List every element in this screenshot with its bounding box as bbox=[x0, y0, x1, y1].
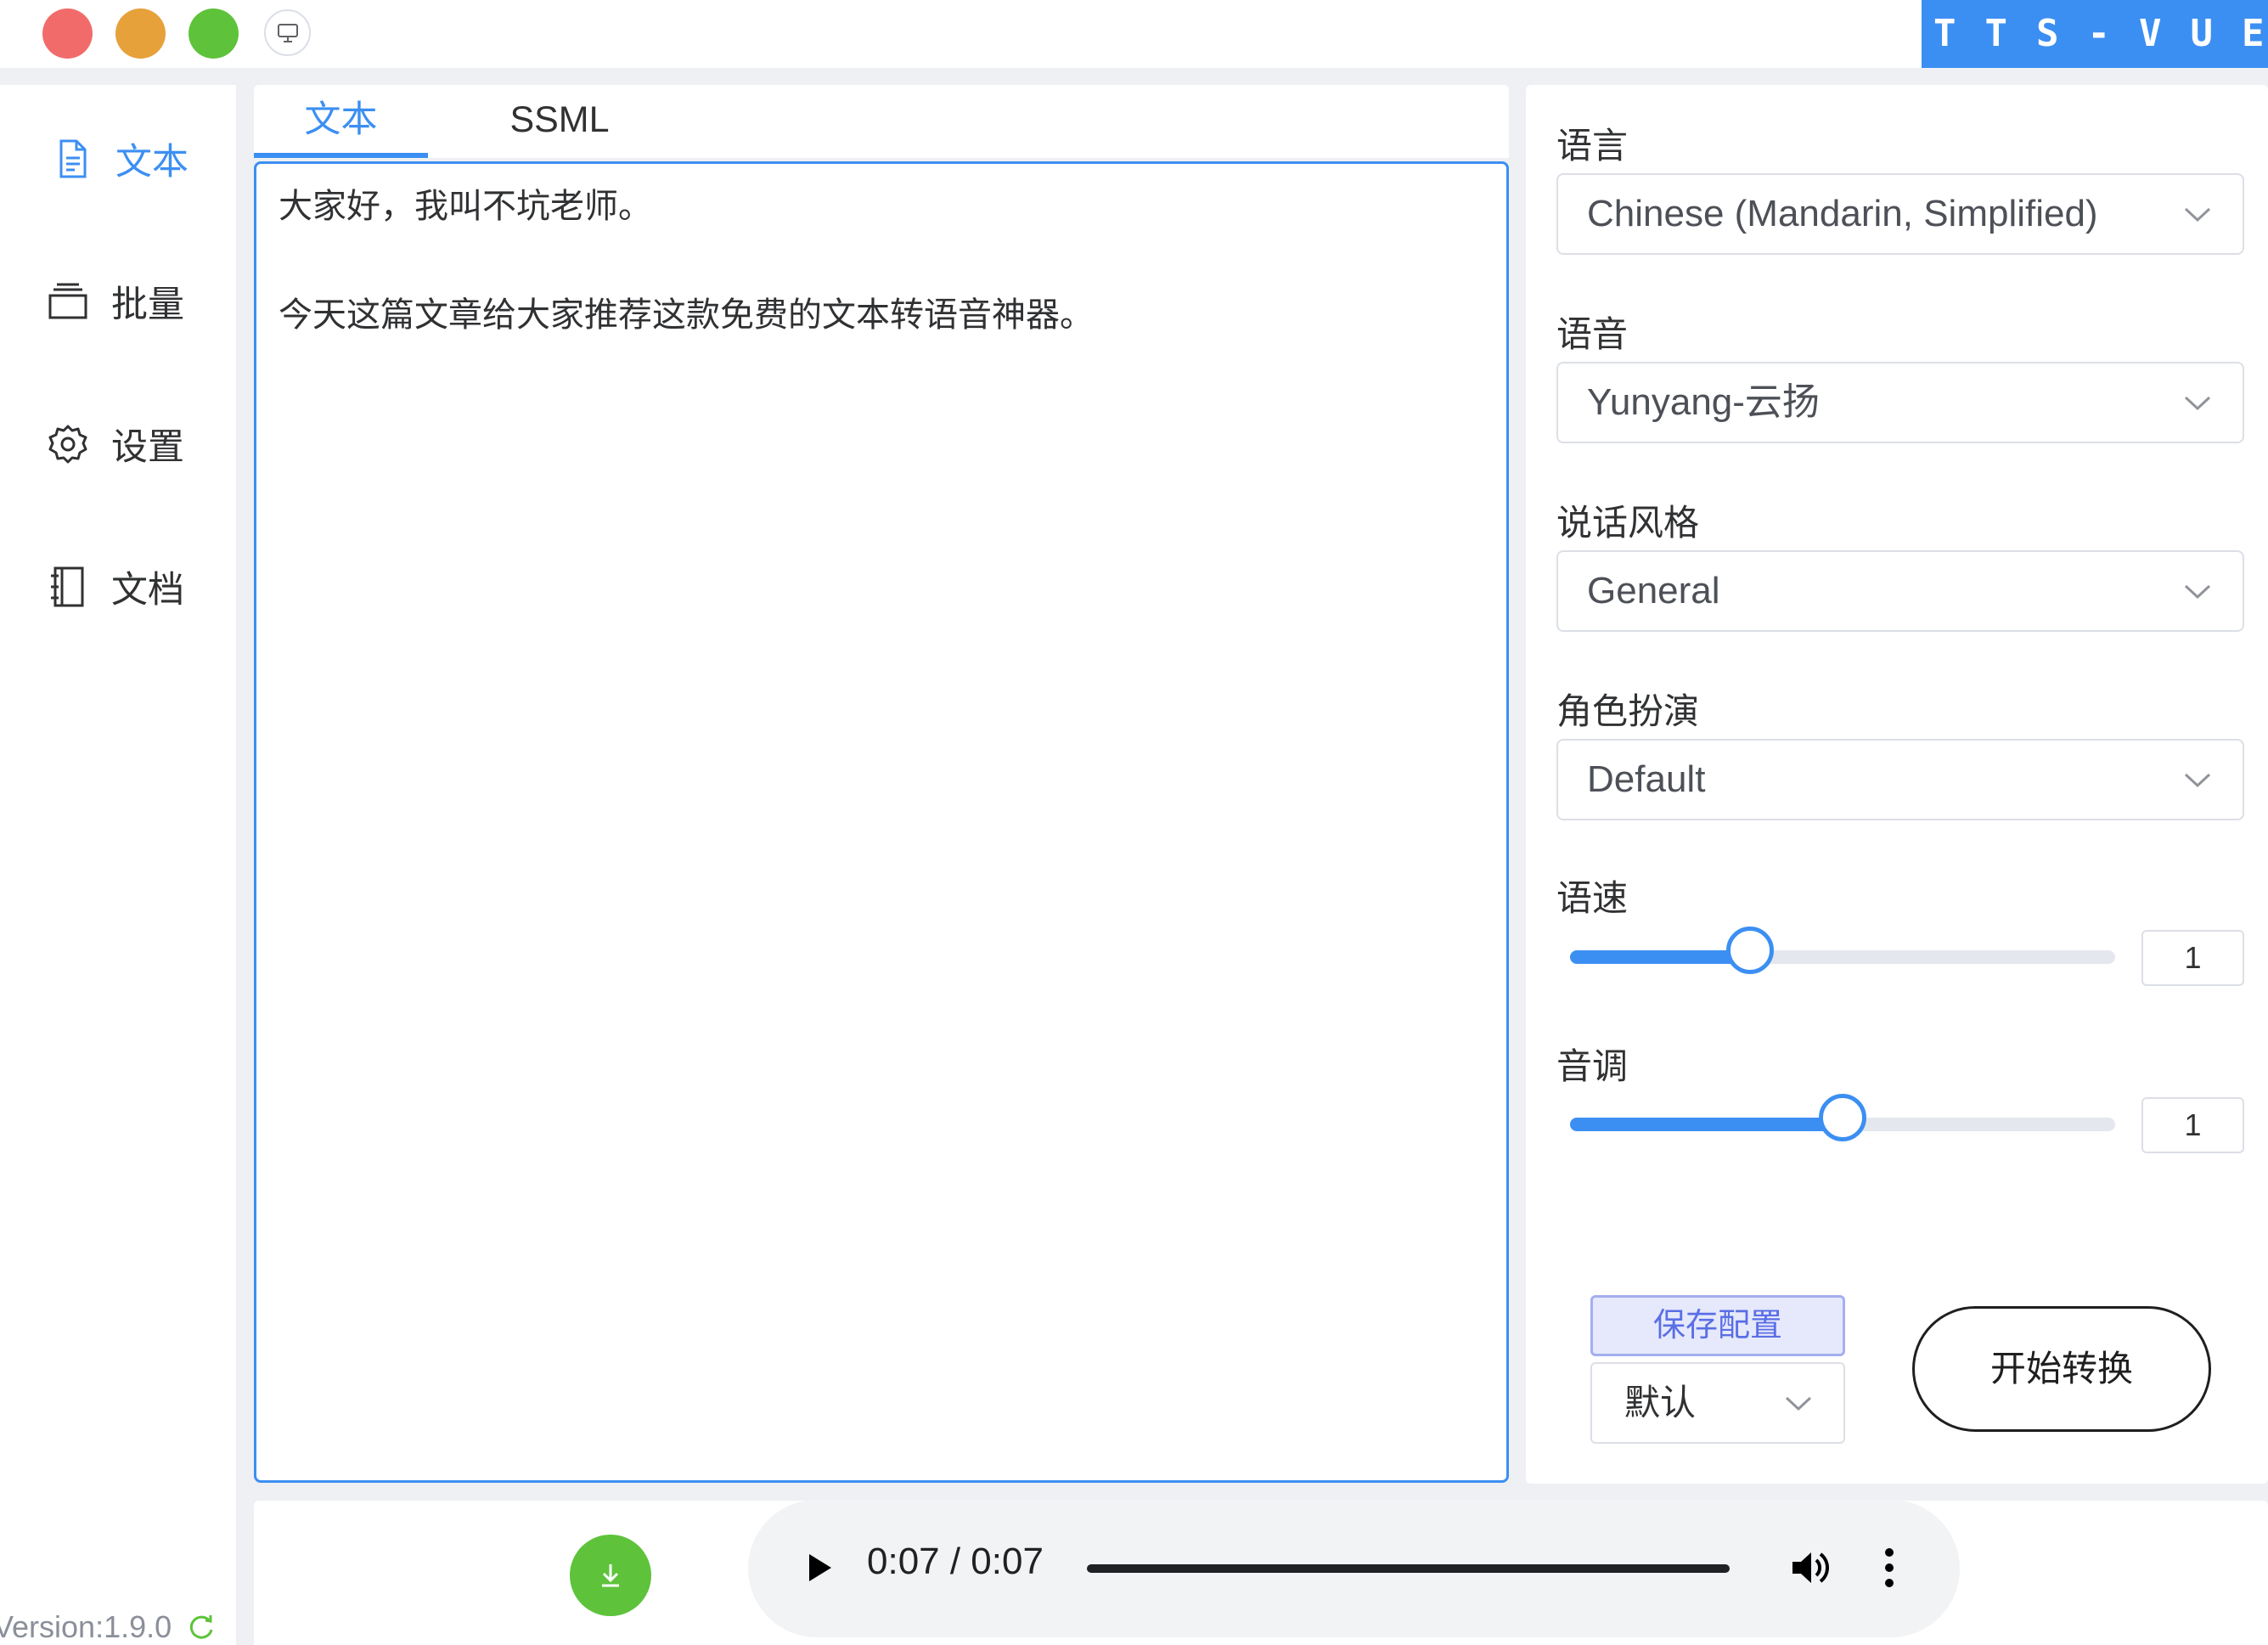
sidebar-item-text[interactable]: 文本 bbox=[51, 129, 189, 189]
chevron-down-icon bbox=[1785, 1396, 1812, 1411]
voice-value: Yunyang-云扬 bbox=[1587, 381, 1820, 423]
sidebar-item-label: 批量 bbox=[111, 284, 184, 325]
sidebar-item-settings[interactable]: 设置 bbox=[47, 414, 184, 474]
voice-label: 语音 bbox=[1556, 314, 1629, 354]
rate-slider-fill bbox=[1570, 950, 1750, 964]
preset-value: 默认 bbox=[1624, 1383, 1697, 1422]
language-value: Chinese (Mandarin, Simplified) bbox=[1587, 193, 2098, 234]
version-label: Version:1.9.0 bbox=[0, 1609, 172, 1644]
more-options-icon[interactable] bbox=[1881, 1546, 1898, 1590]
download-icon bbox=[602, 1564, 619, 1587]
language-select[interactable]: Chinese (Mandarin, Simplified) bbox=[1556, 173, 2244, 255]
sidebar-item-label: 文档 bbox=[111, 570, 184, 611]
pitch-label: 音调 bbox=[1556, 1046, 1629, 1086]
rate-label: 语速 bbox=[1556, 878, 1629, 918]
chevron-down-icon bbox=[2184, 584, 2211, 600]
audio-player: 0:07 / 0:07 bbox=[748, 1500, 1960, 1637]
sidebar-item-batch[interactable]: 批量 bbox=[47, 272, 184, 331]
pitch-slider-handle[interactable] bbox=[1819, 1094, 1866, 1141]
audio-progress-bar[interactable] bbox=[1087, 1564, 1730, 1573]
maximize-window-button[interactable] bbox=[189, 8, 239, 59]
chevron-down-icon bbox=[2184, 773, 2211, 788]
monitor-icon[interactable] bbox=[264, 9, 311, 56]
editor-tabs: 文本 SSML bbox=[254, 85, 1509, 158]
text-input[interactable]: 大家好，我叫不坑老师。 今天这篇文章给大家推荐这款免费的文本转语音神器。 bbox=[254, 161, 1509, 1483]
settings-panel: 语言 Chinese (Mandarin, Simplified) 语音 Yun… bbox=[1526, 85, 2268, 1484]
language-label: 语言 bbox=[1556, 126, 1629, 166]
style-select[interactable]: General bbox=[1556, 550, 2244, 632]
pitch-input[interactable]: 1 bbox=[2141, 1097, 2244, 1153]
chevron-down-icon bbox=[2184, 207, 2211, 223]
config-preset-select[interactable]: 默认 bbox=[1590, 1362, 1845, 1444]
document-icon bbox=[59, 139, 87, 178]
rate-slider-handle[interactable] bbox=[1725, 927, 1774, 974]
tab-ssml[interactable]: SSML bbox=[475, 85, 644, 158]
role-select[interactable]: Default bbox=[1556, 739, 2244, 820]
download-button[interactable] bbox=[570, 1535, 651, 1616]
rate-slider[interactable] bbox=[1570, 927, 2115, 974]
save-config-button[interactable]: 保存配置 bbox=[1590, 1295, 1845, 1356]
pitch-slider-fill bbox=[1570, 1118, 1843, 1131]
gear-icon bbox=[48, 425, 87, 464]
role-value: Default bbox=[1587, 758, 1706, 800]
sidebar-item-label: 文本 bbox=[115, 142, 189, 183]
minimize-window-button[interactable] bbox=[115, 8, 166, 59]
voice-select[interactable]: Yunyang-云扬 bbox=[1556, 362, 2244, 443]
rate-input[interactable]: 1 bbox=[2141, 930, 2244, 986]
stack-icon bbox=[48, 283, 87, 319]
title-bar: TTS-VUE bbox=[0, 0, 2268, 68]
sidebar: 文本 批量 设置 文档 Version:1.9.0 bbox=[0, 85, 236, 1645]
close-window-button[interactable] bbox=[42, 8, 93, 59]
role-label: 角色扮演 bbox=[1556, 691, 1700, 731]
refresh-icon[interactable] bbox=[187, 1613, 216, 1642]
sidebar-item-docs[interactable]: 文档 bbox=[47, 557, 184, 617]
style-value: General bbox=[1587, 570, 1720, 611]
play-icon[interactable] bbox=[801, 1547, 838, 1588]
version-info: Version:1.9.0 bbox=[0, 1609, 216, 1645]
audio-time: 0:07 / 0:07 bbox=[867, 1541, 1044, 1582]
sidebar-item-label: 设置 bbox=[111, 427, 184, 468]
style-label: 说话风格 bbox=[1556, 503, 1700, 543]
volume-icon[interactable] bbox=[1789, 1547, 1833, 1588]
notebook-icon bbox=[51, 566, 84, 607]
app-brand: TTS-VUE bbox=[1922, 0, 2268, 68]
tab-text[interactable]: 文本 bbox=[254, 85, 428, 158]
start-convert-button[interactable]: 开始转换 bbox=[1912, 1306, 2211, 1432]
chevron-down-icon bbox=[2184, 396, 2211, 411]
pitch-slider[interactable] bbox=[1570, 1094, 2115, 1141]
